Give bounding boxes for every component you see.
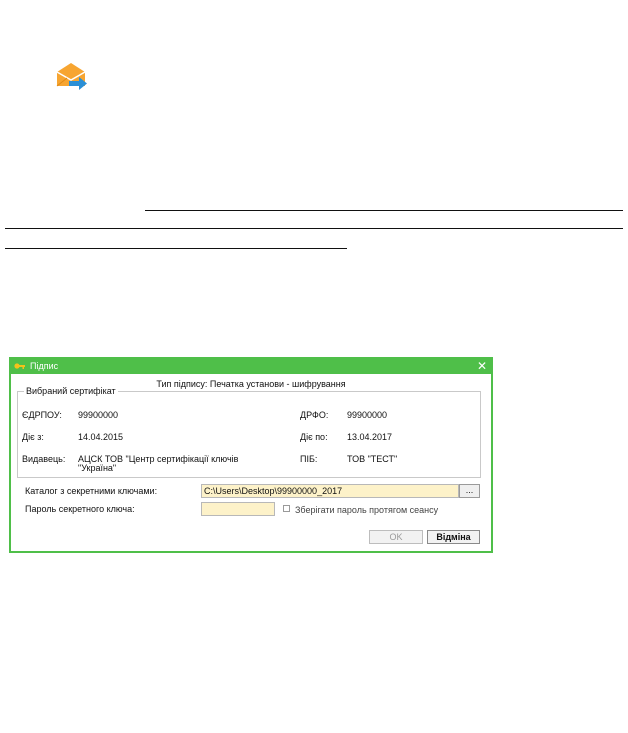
valid-to-value: 13.04.2017 — [347, 432, 393, 442]
drfo-label: ДРФО: — [300, 410, 329, 420]
issuer-label: Видавець: — [22, 454, 66, 464]
valid-from-value: 14.04.2015 — [78, 432, 124, 442]
edrpou-value: 99900000 — [78, 410, 119, 420]
edrpou-label: ЄДРПОУ: — [22, 410, 62, 420]
password-field[interactable] — [201, 502, 275, 516]
drfo-value: 99900000 — [347, 410, 388, 420]
dialog-title: Підпис — [30, 361, 59, 371]
name-label: ПІБ: — [300, 454, 318, 464]
ok-button[interactable]: OK — [369, 530, 423, 544]
divider-line — [145, 210, 623, 211]
certificate-legend: Вибраний сертифікат — [26, 386, 116, 396]
close-icon[interactable]: ✕ — [476, 359, 488, 373]
dialog-titlebar[interactable]: Підпис ✕ — [11, 359, 491, 374]
name-value: ТОВ "ТЕСТ" — [347, 454, 398, 464]
password-label: Пароль секретного ключа: — [25, 504, 135, 514]
certificate-group: Вибраний сертифікат ЄДРПОУ: 99900000 ДРФ… — [17, 386, 481, 478]
envelope-arrow-icon — [56, 63, 87, 90]
divider-line — [5, 248, 347, 249]
browse-button[interactable]: ... — [459, 484, 480, 498]
remember-password-label[interactable]: Зберігати пароль протягом сеансу — [295, 505, 438, 515]
keys-dir-field[interactable]: C:\Users\Desktop\99900000_2017 — [201, 484, 459, 498]
keys-dir-label: Каталог з секретними ключами: — [25, 486, 158, 496]
signature-dialog: Підпис ✕ Тип підпису: Печатка установи -… — [9, 357, 493, 553]
cancel-button[interactable]: Відміна — [427, 530, 480, 544]
key-icon — [14, 363, 25, 369]
valid-to-label: Діє по: — [300, 432, 328, 442]
issuer-value-line2: "Україна" — [78, 463, 117, 473]
valid-from-label: Діє з: — [22, 432, 44, 442]
remember-password-checkbox[interactable] — [283, 505, 290, 512]
divider-line — [5, 228, 623, 229]
